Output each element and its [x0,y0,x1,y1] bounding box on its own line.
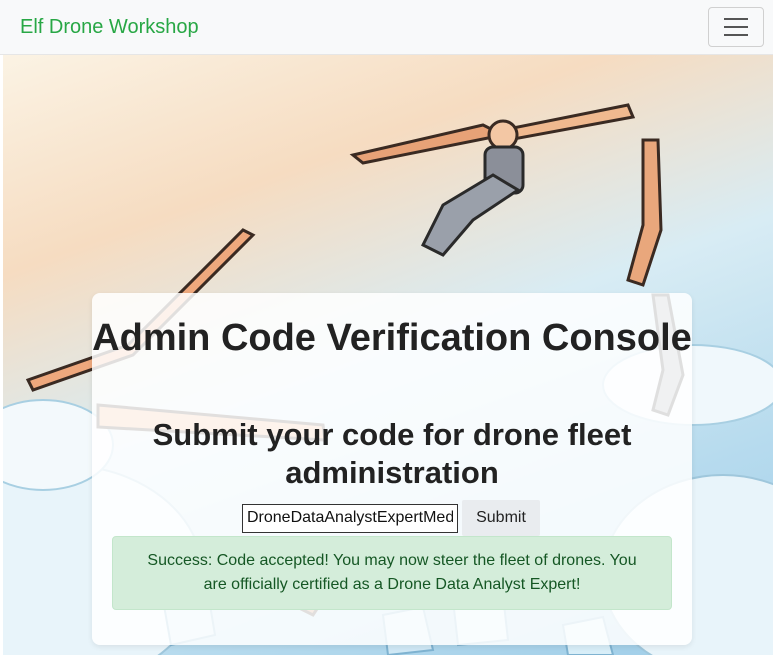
submit-button[interactable]: Submit [462,500,540,536]
navbar-brand[interactable]: Elf Drone Workshop [20,15,199,39]
hamburger-menu-icon [724,18,748,20]
navbar-toggler-button[interactable] [708,7,764,47]
hamburger-menu-icon-bar [724,26,748,28]
success-alert: Success: Code accepted! You may now stee… [112,536,672,610]
hero-section: Admin Code Verification Console Submit y… [3,55,773,655]
page-subtitle: Submit your code for drone fleet adminis… [152,417,632,490]
verification-card: Admin Code Verification Console Submit y… [92,293,692,645]
page-title: Admin Code Verification Console [92,317,692,359]
code-input[interactable] [242,503,458,533]
navbar: Elf Drone Workshop [0,0,773,55]
hamburger-menu-icon-bar [724,34,748,36]
code-form: Submit [242,500,540,536]
